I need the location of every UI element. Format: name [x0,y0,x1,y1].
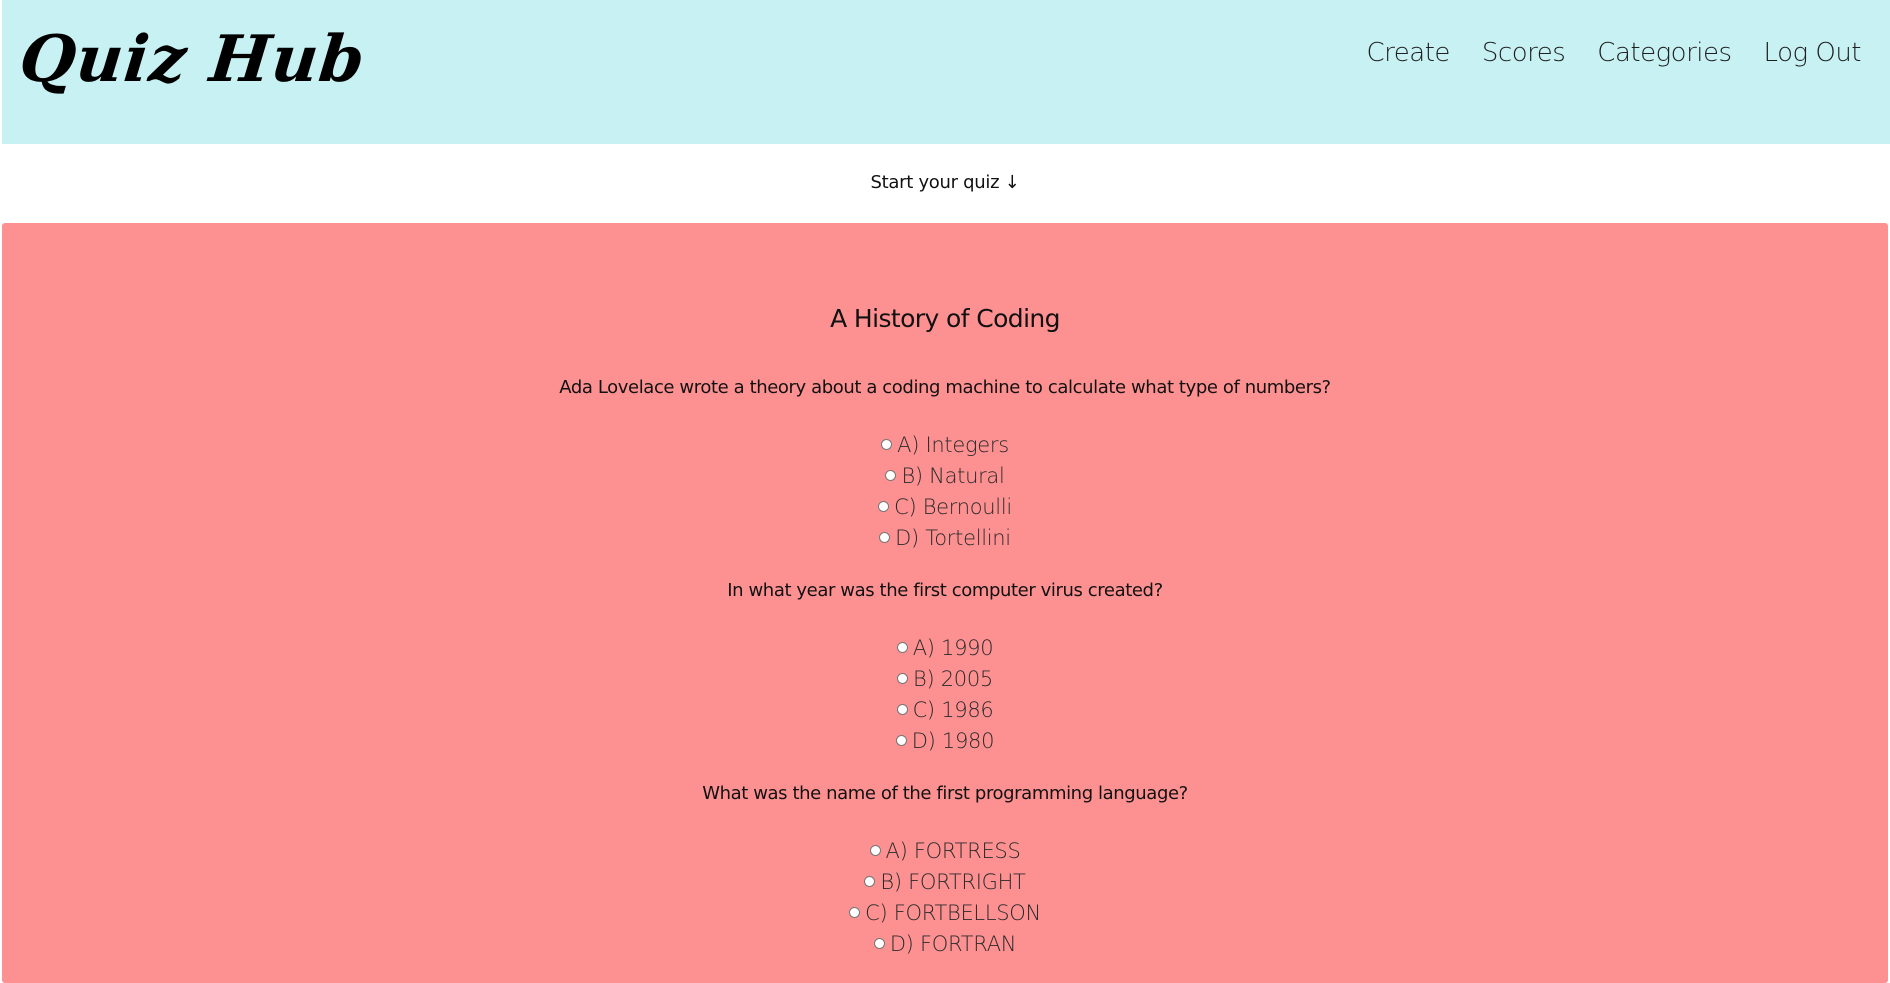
answer-option[interactable]: A) 1990 [2,632,1888,663]
answer-radio[interactable] [881,439,893,450]
answer-radio[interactable] [869,845,881,856]
answer-label: A) FORTRESS [885,838,1021,863]
answer-option[interactable]: C) 1986 [2,694,1888,725]
answer-option[interactable]: D) 1980 [2,725,1888,756]
answer-label: D) FORTRAN [889,931,1017,956]
answer-label: C) 1986 [912,697,994,722]
answer-label: C) Bernoulli [894,494,1012,519]
answer-option[interactable]: C) FORTBELLSON [2,897,1888,928]
answer-option[interactable]: B) FORTRIGHT [2,866,1888,897]
answer-option[interactable]: A) FORTRESS [2,835,1888,866]
answer-options: A) FORTRESS B) FORTRIGHT C) FORTBELLSON … [2,835,1888,959]
quiz-panel: A History of Coding Ada Lovelace wrote a… [2,223,1888,983]
answer-label: B) Natural [901,463,1005,488]
answer-radio[interactable] [896,704,908,715]
answer-option[interactable]: C) Bernoulli [2,491,1888,522]
answer-label: A) 1990 [912,635,994,660]
answer-option[interactable]: D) Tortellini [2,522,1888,553]
nav-logout-link[interactable]: Log Out [1764,38,1862,68]
nav-categories-link[interactable]: Categories [1597,38,1732,68]
site-logo[interactable]: Quiz Hub [16,20,369,100]
answer-option[interactable]: D) FORTRAN [2,928,1888,959]
answer-radio[interactable] [873,938,885,949]
answer-radio[interactable] [885,470,897,481]
answer-radio[interactable] [895,735,907,746]
site-header: Quiz Hub Create Scores Categories Log Ou… [2,0,1890,144]
answer-label: B) FORTRIGHT [880,869,1026,894]
answer-radio[interactable] [878,501,890,512]
answer-option[interactable]: B) Natural [2,460,1888,491]
answer-option[interactable]: A) Integers [2,429,1888,460]
main-nav: Create Scores Categories Log Out [1367,38,1862,68]
answer-label: B) 2005 [913,666,993,691]
answer-options: A) 1990 B) 2005 C) 1986 D) 1980 [2,632,1888,756]
answer-label: A) Integers [897,432,1009,457]
nav-scores-link[interactable]: Scores [1482,38,1566,68]
answer-label: D) Tortellini [895,525,1011,550]
answer-radio[interactable] [879,532,891,543]
answer-radio[interactable] [897,673,909,684]
question-text: In what year was the first computer viru… [727,580,1163,601]
quiz-title: A History of Coding [830,304,1060,333]
answer-radio[interactable] [849,907,861,918]
question-text: Ada Lovelace wrote a theory about a codi… [559,377,1331,398]
answer-radio[interactable] [896,642,908,653]
question-text: What was the name of the first programmi… [702,783,1188,804]
answer-radio[interactable] [864,876,876,887]
start-quiz-prompt: Start your quiz ↓ [870,172,1020,193]
answer-label: C) FORTBELLSON [865,900,1041,925]
answer-label: D) 1980 [911,728,995,753]
answer-options: A) Integers B) Natural C) Bernoulli D) T… [2,429,1888,553]
answer-option[interactable]: B) 2005 [2,663,1888,694]
nav-create-link[interactable]: Create [1367,38,1451,68]
